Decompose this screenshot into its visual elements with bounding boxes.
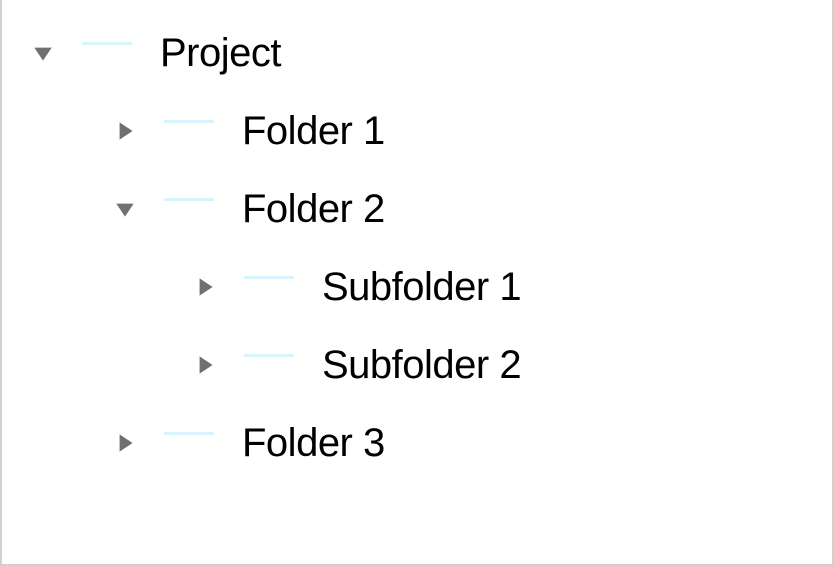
folder-icon [80, 31, 134, 75]
folder-icon [242, 265, 296, 309]
disclosure-triangle-right-icon[interactable] [112, 118, 138, 144]
folder-icon [162, 109, 216, 153]
disclosure-triangle-right-icon[interactable] [192, 352, 218, 378]
folder-icon [242, 343, 296, 387]
tree-item-subfolder-1[interactable]: Subfolder 1 [30, 248, 832, 326]
tree-item-label: Subfolder 1 [322, 265, 521, 310]
tree-item-folder-3[interactable]: Folder 3 [30, 404, 832, 482]
tree-item-project[interactable]: Project [30, 14, 832, 92]
disclosure-triangle-right-icon[interactable] [112, 430, 138, 456]
disclosure-triangle-down-icon[interactable] [30, 40, 56, 66]
tree-item-label: Folder 3 [242, 421, 385, 466]
tree-item-folder-1[interactable]: Folder 1 [30, 92, 832, 170]
disclosure-triangle-right-icon[interactable] [192, 274, 218, 300]
folder-icon [162, 187, 216, 231]
tree-item-folder-2[interactable]: Folder 2 [30, 170, 832, 248]
disclosure-triangle-down-icon[interactable] [112, 196, 138, 222]
tree-item-label: Project [160, 31, 281, 76]
tree-item-label: Subfolder 2 [322, 343, 521, 388]
tree-item-label: Folder 2 [242, 187, 385, 232]
folder-icon [162, 421, 216, 465]
folder-tree: Project Folder 1 Folder 2 Subfolder 1 Su… [2, 0, 832, 482]
tree-item-subfolder-2[interactable]: Subfolder 2 [30, 326, 832, 404]
tree-item-label: Folder 1 [242, 109, 385, 154]
